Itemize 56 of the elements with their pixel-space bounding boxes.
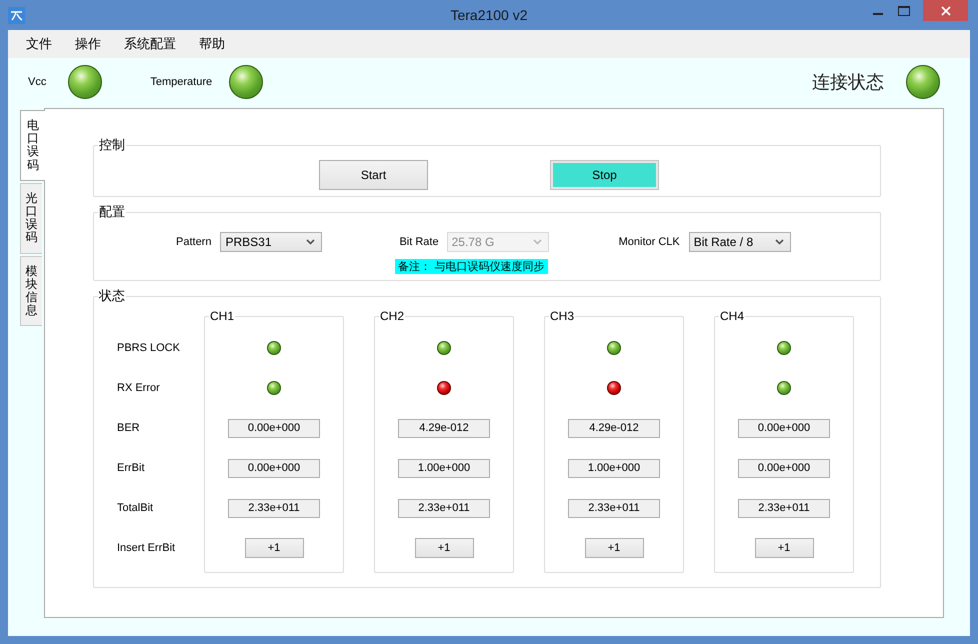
row-label: Insert ErrBit [117,541,176,556]
close-icon [940,6,950,16]
insert-button[interactable]: +1 [584,538,644,558]
readout-field: 0.00e+000 [738,418,830,438]
note-text: 备注： 与电口误码仪速度同步 [395,259,548,274]
side-tab[interactable]: 电口误码 [20,110,45,181]
maximize-icon [898,6,910,16]
close-button[interactable] [923,0,968,21]
row-label: BER [117,421,141,436]
readout-field: 2.33e+011 [568,498,660,518]
group-title: 状态 [98,287,126,305]
readout-field: 0.00e+000 [228,418,320,438]
minimize-icon [873,13,883,15]
control-button[interactable]: Start [319,160,428,190]
menu-item[interactable]: 操作 [67,35,109,53]
control-button[interactable]: Stop [550,160,659,190]
readout-field: 4.29e-012 [568,418,660,438]
row-label: TotalBit [117,501,154,516]
group-title: CH1 [209,309,236,323]
readout-field: 0.00e+000 [738,458,830,478]
field-label: Bit Rate [399,236,439,248]
row-label: ErrBit [117,461,146,476]
field-label: Monitor CLK [618,236,680,248]
insert-button[interactable]: +1 [414,538,474,558]
insert-button[interactable]: +1 [244,538,304,558]
indicator-label: Temperature [150,76,212,88]
readout-field: 1.00e+000 [568,458,660,478]
row-label: RX Error [117,381,161,396]
readout-field: 1.00e+000 [398,458,490,478]
field-label: Pattern [176,236,212,248]
app-icon [8,7,25,24]
readout-field: 2.33e+011 [228,498,320,518]
caret-icon [306,239,316,245]
side-tab[interactable]: 光口误码 [20,182,42,254]
readout-field: 2.33e+011 [398,498,490,518]
readout-field: 0.00e+000 [228,458,320,478]
menu-item[interactable]: 文件 [18,35,60,53]
connection-label: 连接状态 [812,70,884,94]
group-title: 控制 [98,136,126,154]
window-title: Tera2100 v2 [450,7,528,23]
menu-item[interactable]: 帮助 [191,35,233,53]
group-title: CH3 [549,309,576,323]
group-title: 配置 [98,203,126,221]
side-tab[interactable]: 模块信息 [20,256,42,326]
dropdown[interactable]: Bit Rate / 8 [688,232,791,252]
menu-item[interactable]: 系统配置 [116,35,184,53]
indicator-label: Vcc [28,76,46,88]
row-label: PBRS LOCK [117,341,181,356]
group-title: CH4 [719,309,746,323]
caret-icon [532,239,542,245]
dropdown[interactable]: PRBS31 [220,232,322,252]
readout-field: 2.33e+011 [738,498,830,518]
insert-button[interactable]: +1 [754,538,814,558]
group-title: CH2 [379,309,406,323]
caret-icon [774,239,784,245]
readout-field: 4.29e-012 [398,418,490,438]
